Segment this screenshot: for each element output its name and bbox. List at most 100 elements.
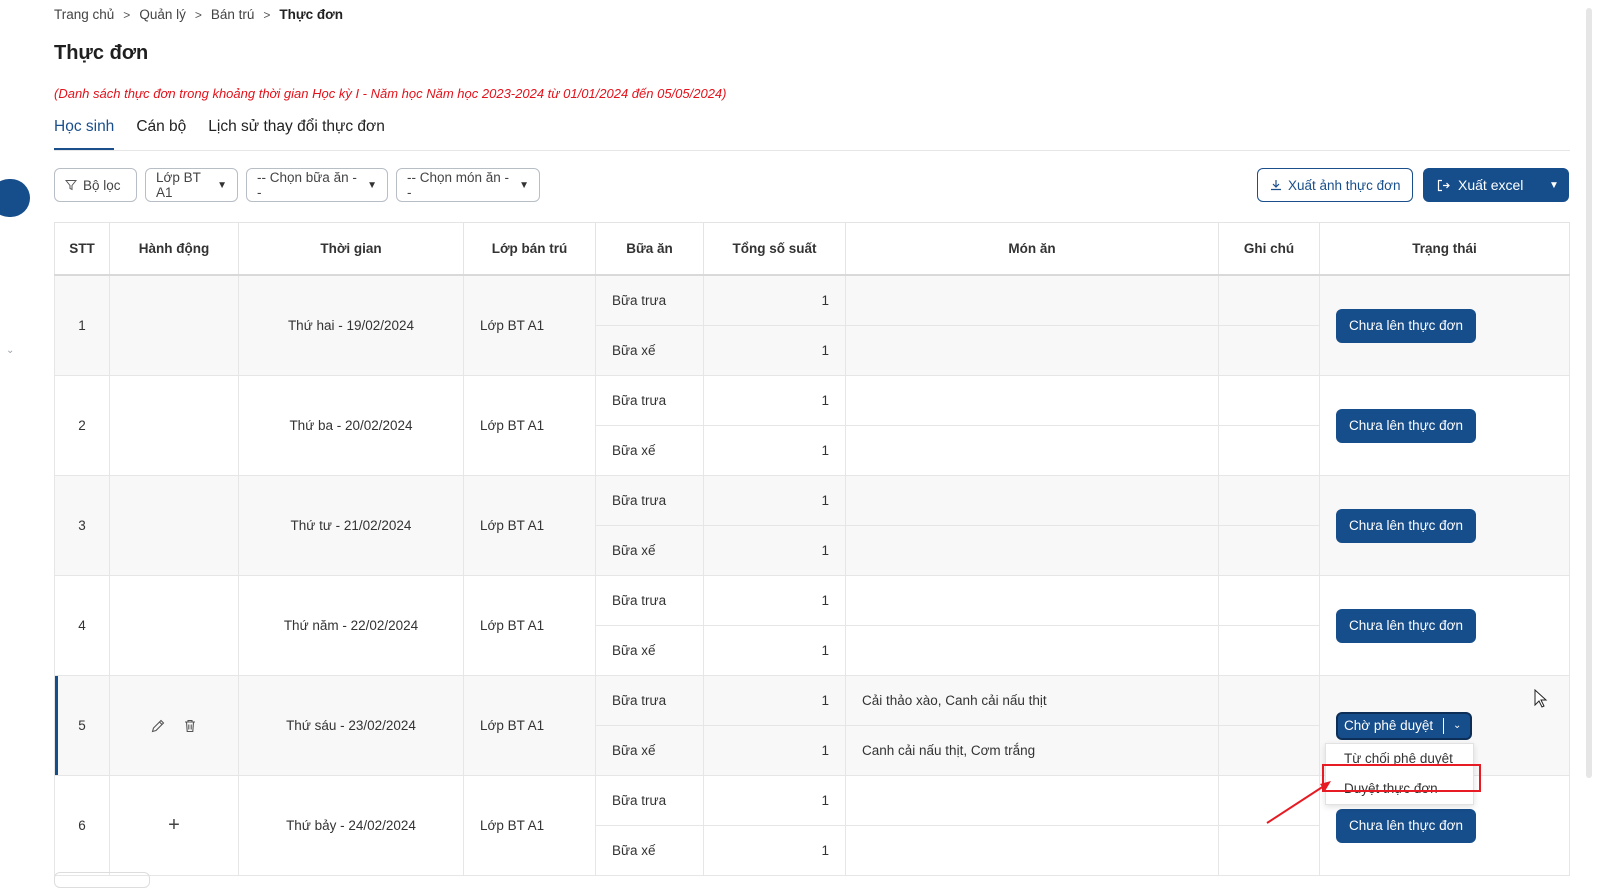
breadcrumb: Trang chủ > Quản lý > Bán trú > Thực đơn xyxy=(54,7,343,22)
col-header-time: Thời gian xyxy=(238,222,464,276)
row-meal-dishes xyxy=(845,575,1219,626)
table-row: 1 Thứ hai - 19/02/2024 Lớp BT A1 Bữa trư… xyxy=(54,274,1570,376)
row-note xyxy=(1218,375,1320,426)
row-meal-count: 1 xyxy=(703,425,846,476)
col-header-note: Ghi chú xyxy=(1218,222,1320,276)
status-button[interactable]: Chưa lên thực đơn xyxy=(1336,608,1476,643)
row-note xyxy=(1218,525,1320,576)
row-meal-count: 1 xyxy=(703,675,846,726)
row-class: Lớp BT A1 xyxy=(463,274,596,376)
row-class: Lớp BT A1 xyxy=(463,575,596,676)
row-time: Thứ hai - 19/02/2024 xyxy=(238,274,464,376)
row-meal-dishes xyxy=(845,775,1219,826)
row-meal-dishes xyxy=(845,825,1219,876)
row-status-cell: Chưa lên thực đơn xyxy=(1319,375,1570,476)
row-class: Lớp BT A1 xyxy=(463,675,596,776)
tab-staff[interactable]: Cán bộ xyxy=(136,114,186,148)
row-stt: 3 xyxy=(54,475,110,576)
chevron-down-icon: ▼ xyxy=(217,179,227,191)
page-title: Thực đơn xyxy=(54,42,149,64)
row-note xyxy=(1218,325,1320,376)
plus-icon[interactable]: + xyxy=(110,814,238,837)
class-select[interactable]: Lớp BT A1 ▼ xyxy=(145,168,238,202)
row-meal-name: Bữa xế xyxy=(595,325,704,376)
export-excel-button[interactable]: Xuất excel ▼ xyxy=(1423,168,1569,202)
chevron-right-icon: > xyxy=(194,7,202,22)
chevron-down-icon: ▼ xyxy=(519,179,529,191)
row-stt: 2 xyxy=(54,375,110,476)
row-meal-name: Bữa xế xyxy=(595,425,704,476)
filter-icon xyxy=(65,180,77,191)
row-meal-name: Bữa trưa xyxy=(595,274,704,326)
status-button[interactable]: Chưa lên thực đơn xyxy=(1336,308,1476,343)
caret-down-icon[interactable]: ▼ xyxy=(1539,180,1569,191)
pagination-size-select[interactable] xyxy=(54,872,150,888)
cursor-icon xyxy=(1534,689,1548,708)
toolbar: Bộ lọc Lớp BT A1 ▼ -- Chọn bữa ăn -- ▼ -… xyxy=(54,168,1569,204)
col-header-actions: Hành động xyxy=(109,222,239,276)
sidebar-toggle[interactable] xyxy=(0,179,30,217)
tab-bar: Học sinh Cán bộ Lịch sử thay đổi thực đơ… xyxy=(54,114,1570,151)
row-meal-count: 1 xyxy=(703,325,846,376)
breadcrumb-home[interactable]: Trang chủ xyxy=(54,7,114,22)
row-note xyxy=(1218,475,1320,526)
row-meal-name: Bữa xế xyxy=(595,825,704,876)
row-actions xyxy=(109,575,239,676)
row-meal-count: 1 xyxy=(703,575,846,626)
col-header-class: Lớp bán trú xyxy=(463,222,596,276)
chevron-down-icon: ⌄ xyxy=(6,345,15,356)
table-row: 2 Thứ ba - 20/02/2024 Lớp BT A1 Bữa trưa… xyxy=(54,375,1570,476)
dish-select[interactable]: -- Chọn món ăn -- ▼ xyxy=(396,168,540,202)
row-meal-name: Bữa xế xyxy=(595,625,704,676)
vertical-scrollbar[interactable] xyxy=(1585,0,1595,883)
row-time: Thứ bảy - 24/02/2024 xyxy=(238,775,464,876)
filter-button[interactable]: Bộ lọc xyxy=(54,168,137,202)
table-header-row: STT Hành động Thời gian Lớp bán trú Bữa … xyxy=(54,222,1570,276)
row-class: Lớp BT A1 xyxy=(463,375,596,476)
table-row: 3 Thứ tư - 21/02/2024 Lớp BT A1 Bữa trưa… xyxy=(54,475,1570,576)
row-meal-dishes: Cải thảo xào, Canh cải nấu thịt xyxy=(845,675,1219,726)
row-meal-name: Bữa xế xyxy=(595,525,704,576)
row-class: Lớp BT A1 xyxy=(463,775,596,876)
status-button[interactable]: Chưa lên thực đơn xyxy=(1336,408,1476,443)
status-button[interactable]: Chưa lên thực đơn xyxy=(1336,808,1476,843)
chevron-right-icon: > xyxy=(263,7,271,22)
tab-students[interactable]: Học sinh xyxy=(54,114,115,150)
chevron-down-icon: ▼ xyxy=(367,179,377,191)
row-meal-count: 1 xyxy=(703,825,846,876)
row-meal-dishes xyxy=(845,425,1219,476)
row-actions: + xyxy=(109,775,239,876)
scrollbar-thumb[interactable] xyxy=(1586,8,1592,778)
trash-icon[interactable] xyxy=(182,718,198,734)
row-meal-dishes xyxy=(845,625,1219,676)
row-status-cell: Chưa lên thực đơn xyxy=(1319,575,1570,676)
col-header-status: Trạng thái xyxy=(1319,222,1570,276)
breadcrumb-manage[interactable]: Quản lý xyxy=(139,7,186,22)
chevron-down-icon[interactable]: ⌄ xyxy=(1444,720,1470,731)
edit-icon[interactable] xyxy=(150,718,166,734)
annotation-highlight-box xyxy=(1322,764,1481,792)
export-image-button[interactable]: Xuất ảnh thực đơn xyxy=(1257,168,1414,202)
row-meal-count: 1 xyxy=(703,475,846,526)
row-meal-dishes xyxy=(845,375,1219,426)
row-meal-count: 1 xyxy=(703,725,846,776)
sign-out-icon xyxy=(1437,179,1450,191)
row-stt: 4 xyxy=(54,575,110,676)
row-note xyxy=(1218,675,1320,726)
row-meal-dishes xyxy=(845,475,1219,526)
row-note xyxy=(1218,725,1320,776)
row-meal-count: 1 xyxy=(703,274,846,326)
row-stt: 6 xyxy=(54,775,110,876)
row-meal-count: 1 xyxy=(703,375,846,426)
meal-select[interactable]: -- Chọn bữa ăn -- ▼ xyxy=(246,168,388,202)
tab-menu-history[interactable]: Lịch sử thay đổi thực đơn xyxy=(208,114,385,148)
row-actions xyxy=(109,375,239,476)
status-button[interactable]: Chưa lên thực đơn xyxy=(1336,508,1476,543)
col-header-dishes: Món ăn xyxy=(845,222,1219,276)
breadcrumb-boarding[interactable]: Bán trú xyxy=(211,7,255,22)
row-actions xyxy=(109,475,239,576)
status-split-button[interactable]: Chờ phê duyệt ⌄ xyxy=(1336,711,1473,740)
row-meal-name: Bữa trưa xyxy=(595,475,704,526)
annotation-arrow-icon xyxy=(1266,781,1331,824)
row-meal-count: 1 xyxy=(703,775,846,826)
